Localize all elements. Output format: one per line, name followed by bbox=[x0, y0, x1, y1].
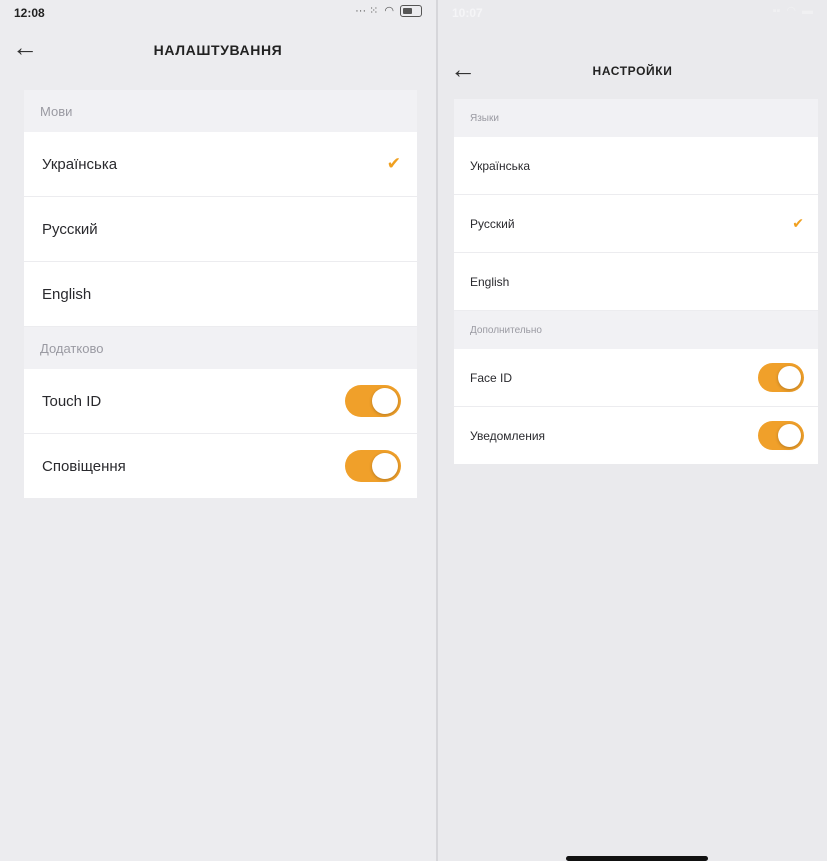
language-item-russian[interactable]: Русский bbox=[24, 197, 417, 262]
notifications-toggle[interactable] bbox=[758, 421, 804, 450]
language-label: English bbox=[470, 274, 510, 289]
page-title: НАЛАШТУВАННЯ bbox=[153, 42, 283, 58]
toggle-row-face-id: Face ID bbox=[454, 349, 818, 407]
section-header-languages: Языки bbox=[454, 99, 818, 137]
status-time: 12:08 bbox=[14, 6, 45, 20]
toggle-row-touch-id: Touch ID bbox=[24, 369, 417, 434]
language-item-russian[interactable]: Русский ✔ bbox=[454, 195, 818, 253]
language-label: Русский bbox=[42, 220, 98, 238]
status-bar: 12:08 ··· ⁙ ◠ bbox=[0, 0, 436, 22]
wifi-icon: ◠ bbox=[384, 5, 394, 17]
language-item-ukrainian[interactable]: Українська ✔ bbox=[24, 132, 417, 197]
section-header-additional: Додатково bbox=[24, 327, 417, 369]
language-label: Українська bbox=[42, 155, 118, 173]
toggle-label: Сповіщення bbox=[42, 457, 126, 475]
wifi-icon: ◠ bbox=[786, 5, 796, 17]
checkmark-icon: ✔ bbox=[792, 215, 804, 231]
language-label: Русский bbox=[470, 216, 515, 231]
settings-screen-ukrainian: 12:08 ··· ⁙ ◠ ← НАЛАШТУВАННЯ Мови Україн… bbox=[0, 0, 436, 861]
language-item-ukrainian[interactable]: Українська bbox=[454, 137, 818, 195]
page-title: НАСТРОЙКИ bbox=[592, 64, 673, 78]
signal-icon: ▪▪ bbox=[772, 4, 781, 17]
battery-icon bbox=[400, 4, 422, 17]
language-item-english[interactable]: English bbox=[24, 262, 417, 327]
toggle-knob bbox=[372, 453, 398, 479]
home-indicator bbox=[566, 856, 708, 861]
notifications-toggle[interactable] bbox=[345, 450, 401, 482]
toggle-label: Touch ID bbox=[42, 392, 102, 410]
touch-id-toggle[interactable] bbox=[345, 385, 401, 417]
section-header-additional: Дополнительно bbox=[454, 311, 818, 349]
status-bar: 10:07 ▪▪ ◠ ▬ bbox=[438, 0, 827, 22]
nav-bar: ← НАЛАШТУВАННЯ bbox=[0, 30, 436, 66]
toggle-row-notifications: Уведомления bbox=[454, 407, 818, 464]
toggle-label: Face ID bbox=[470, 370, 513, 385]
toggle-row-notifications: Сповіщення bbox=[24, 434, 417, 498]
nav-bar: ← НАСТРОЙКИ bbox=[438, 52, 827, 88]
language-item-english[interactable]: English bbox=[454, 253, 818, 311]
face-id-toggle[interactable] bbox=[758, 363, 804, 392]
toggle-knob bbox=[372, 388, 398, 414]
signal-icon: ··· ⁙ bbox=[355, 5, 379, 17]
toggle-label: Уведомления bbox=[470, 428, 546, 443]
section-header-languages: Мови bbox=[24, 90, 417, 132]
toggle-knob bbox=[778, 424, 801, 447]
settings-card: Языки Українська Русский ✔ English Допол… bbox=[454, 99, 818, 464]
toggle-knob bbox=[778, 366, 801, 389]
status-icons: ··· ⁙ ◠ bbox=[355, 4, 422, 17]
checkmark-icon: ✔ bbox=[386, 154, 401, 173]
language-label: Українська bbox=[470, 158, 531, 173]
settings-card: Мови Українська ✔ Русский English Додатк… bbox=[24, 90, 417, 498]
settings-screen-russian: 10:07 ▪▪ ◠ ▬ ← НАСТРОЙКИ Языки Українськ… bbox=[438, 0, 827, 861]
status-time: 10:07 bbox=[452, 6, 483, 20]
language-label: English bbox=[42, 285, 92, 303]
battery-icon: ▬ bbox=[802, 4, 813, 17]
status-icons: ▪▪ ◠ ▬ bbox=[772, 4, 813, 18]
